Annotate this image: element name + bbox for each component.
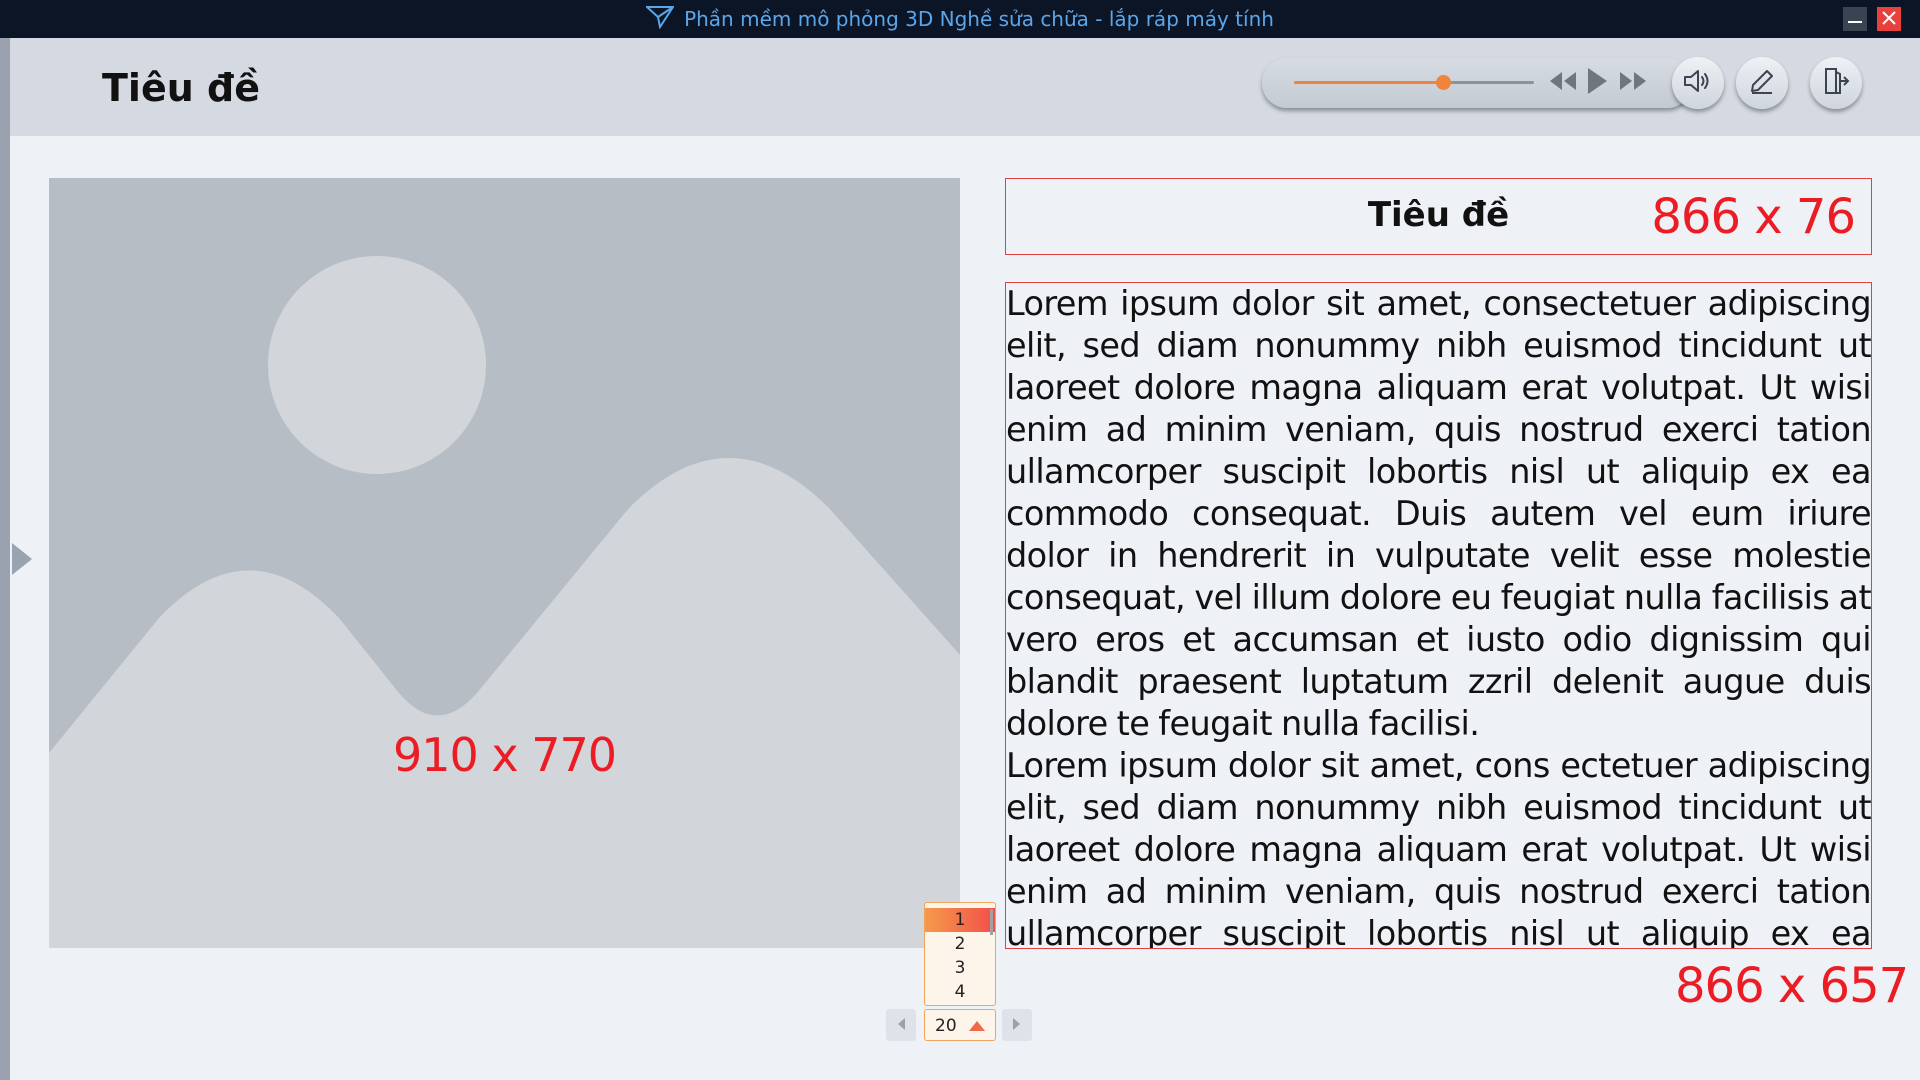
fast-forward-button[interactable]	[1618, 70, 1648, 96]
page-option[interactable]: 4	[925, 980, 995, 1004]
content-title-box: Tiêu đề 866 x 76	[1005, 178, 1872, 255]
content-paragraph: Lorem ipsum dolor sit amet, consectetuer…	[1006, 284, 1871, 743]
image-placeholder: 910 x 770	[49, 178, 960, 948]
minimize-icon	[1848, 10, 1862, 29]
close-button[interactable]	[1877, 7, 1901, 31]
edit-button[interactable]	[1736, 57, 1788, 109]
left-rail	[0, 38, 10, 1080]
caret-left-icon	[896, 1016, 906, 1035]
speaker-icon	[1682, 67, 1714, 99]
exit-icon	[1822, 66, 1850, 100]
image-placeholder-graphic	[49, 256, 960, 948]
previous-page-button[interactable]	[886, 1009, 916, 1041]
caret-up-icon	[969, 1021, 985, 1031]
play-icon	[1585, 67, 1609, 99]
caret-right-icon	[1012, 1016, 1022, 1035]
next-page-button[interactable]	[1002, 1009, 1032, 1041]
page-select-value: 20	[935, 1016, 957, 1036]
dropdown-scrollbar[interactable]	[990, 909, 993, 935]
text-dimension-label: 866 x 657	[1675, 958, 1909, 1014]
content-text-box: Lorem ipsum dolor sit amet, consectetuer…	[1005, 282, 1872, 949]
expand-panel-arrow-icon[interactable]	[12, 543, 32, 575]
exit-button[interactable]	[1810, 57, 1862, 109]
window-title: Phần mềm mô phỏng 3D Nghề sửa chữa - lắp…	[684, 7, 1274, 31]
media-controls	[1262, 57, 1724, 109]
header-bar: Tiêu đề	[10, 38, 1920, 136]
play-button[interactable]	[1582, 67, 1612, 99]
volume-slider-thumb[interactable]	[1435, 75, 1451, 90]
page-title: Tiêu đề	[102, 66, 260, 110]
paper-plane-logo-icon	[644, 5, 675, 34]
page-option[interactable]: 3	[925, 956, 995, 980]
fast-forward-icon	[1618, 69, 1648, 97]
page-dropdown-list: 1 2 3 4	[924, 902, 996, 1006]
image-dimension-label: 910 x 770	[392, 728, 617, 782]
close-icon	[1882, 10, 1896, 29]
window-titlebar: Phần mềm mô phỏng 3D Nghề sửa chữa - lắp…	[0, 0, 1920, 38]
edit-icon	[1748, 67, 1776, 99]
page-select[interactable]: 20	[924, 1009, 996, 1041]
page-option[interactable]: 2	[925, 932, 995, 956]
rewind-button[interactable]	[1548, 70, 1578, 96]
page-option[interactable]: 1	[925, 908, 995, 932]
title-dimension-label: 866 x 76	[1651, 189, 1856, 245]
volume-button[interactable]	[1672, 57, 1724, 109]
volume-slider[interactable]	[1294, 75, 1534, 90]
content-paragraph: Lorem ipsum dolor sit amet, cons ectetue…	[1006, 746, 1871, 949]
volume-slider-fill	[1294, 81, 1443, 84]
window-title-area: Phần mềm mô phỏng 3D Nghề sửa chữa - lắp…	[0, 0, 1920, 38]
rewind-icon	[1548, 69, 1578, 97]
minimize-button[interactable]	[1843, 7, 1867, 31]
